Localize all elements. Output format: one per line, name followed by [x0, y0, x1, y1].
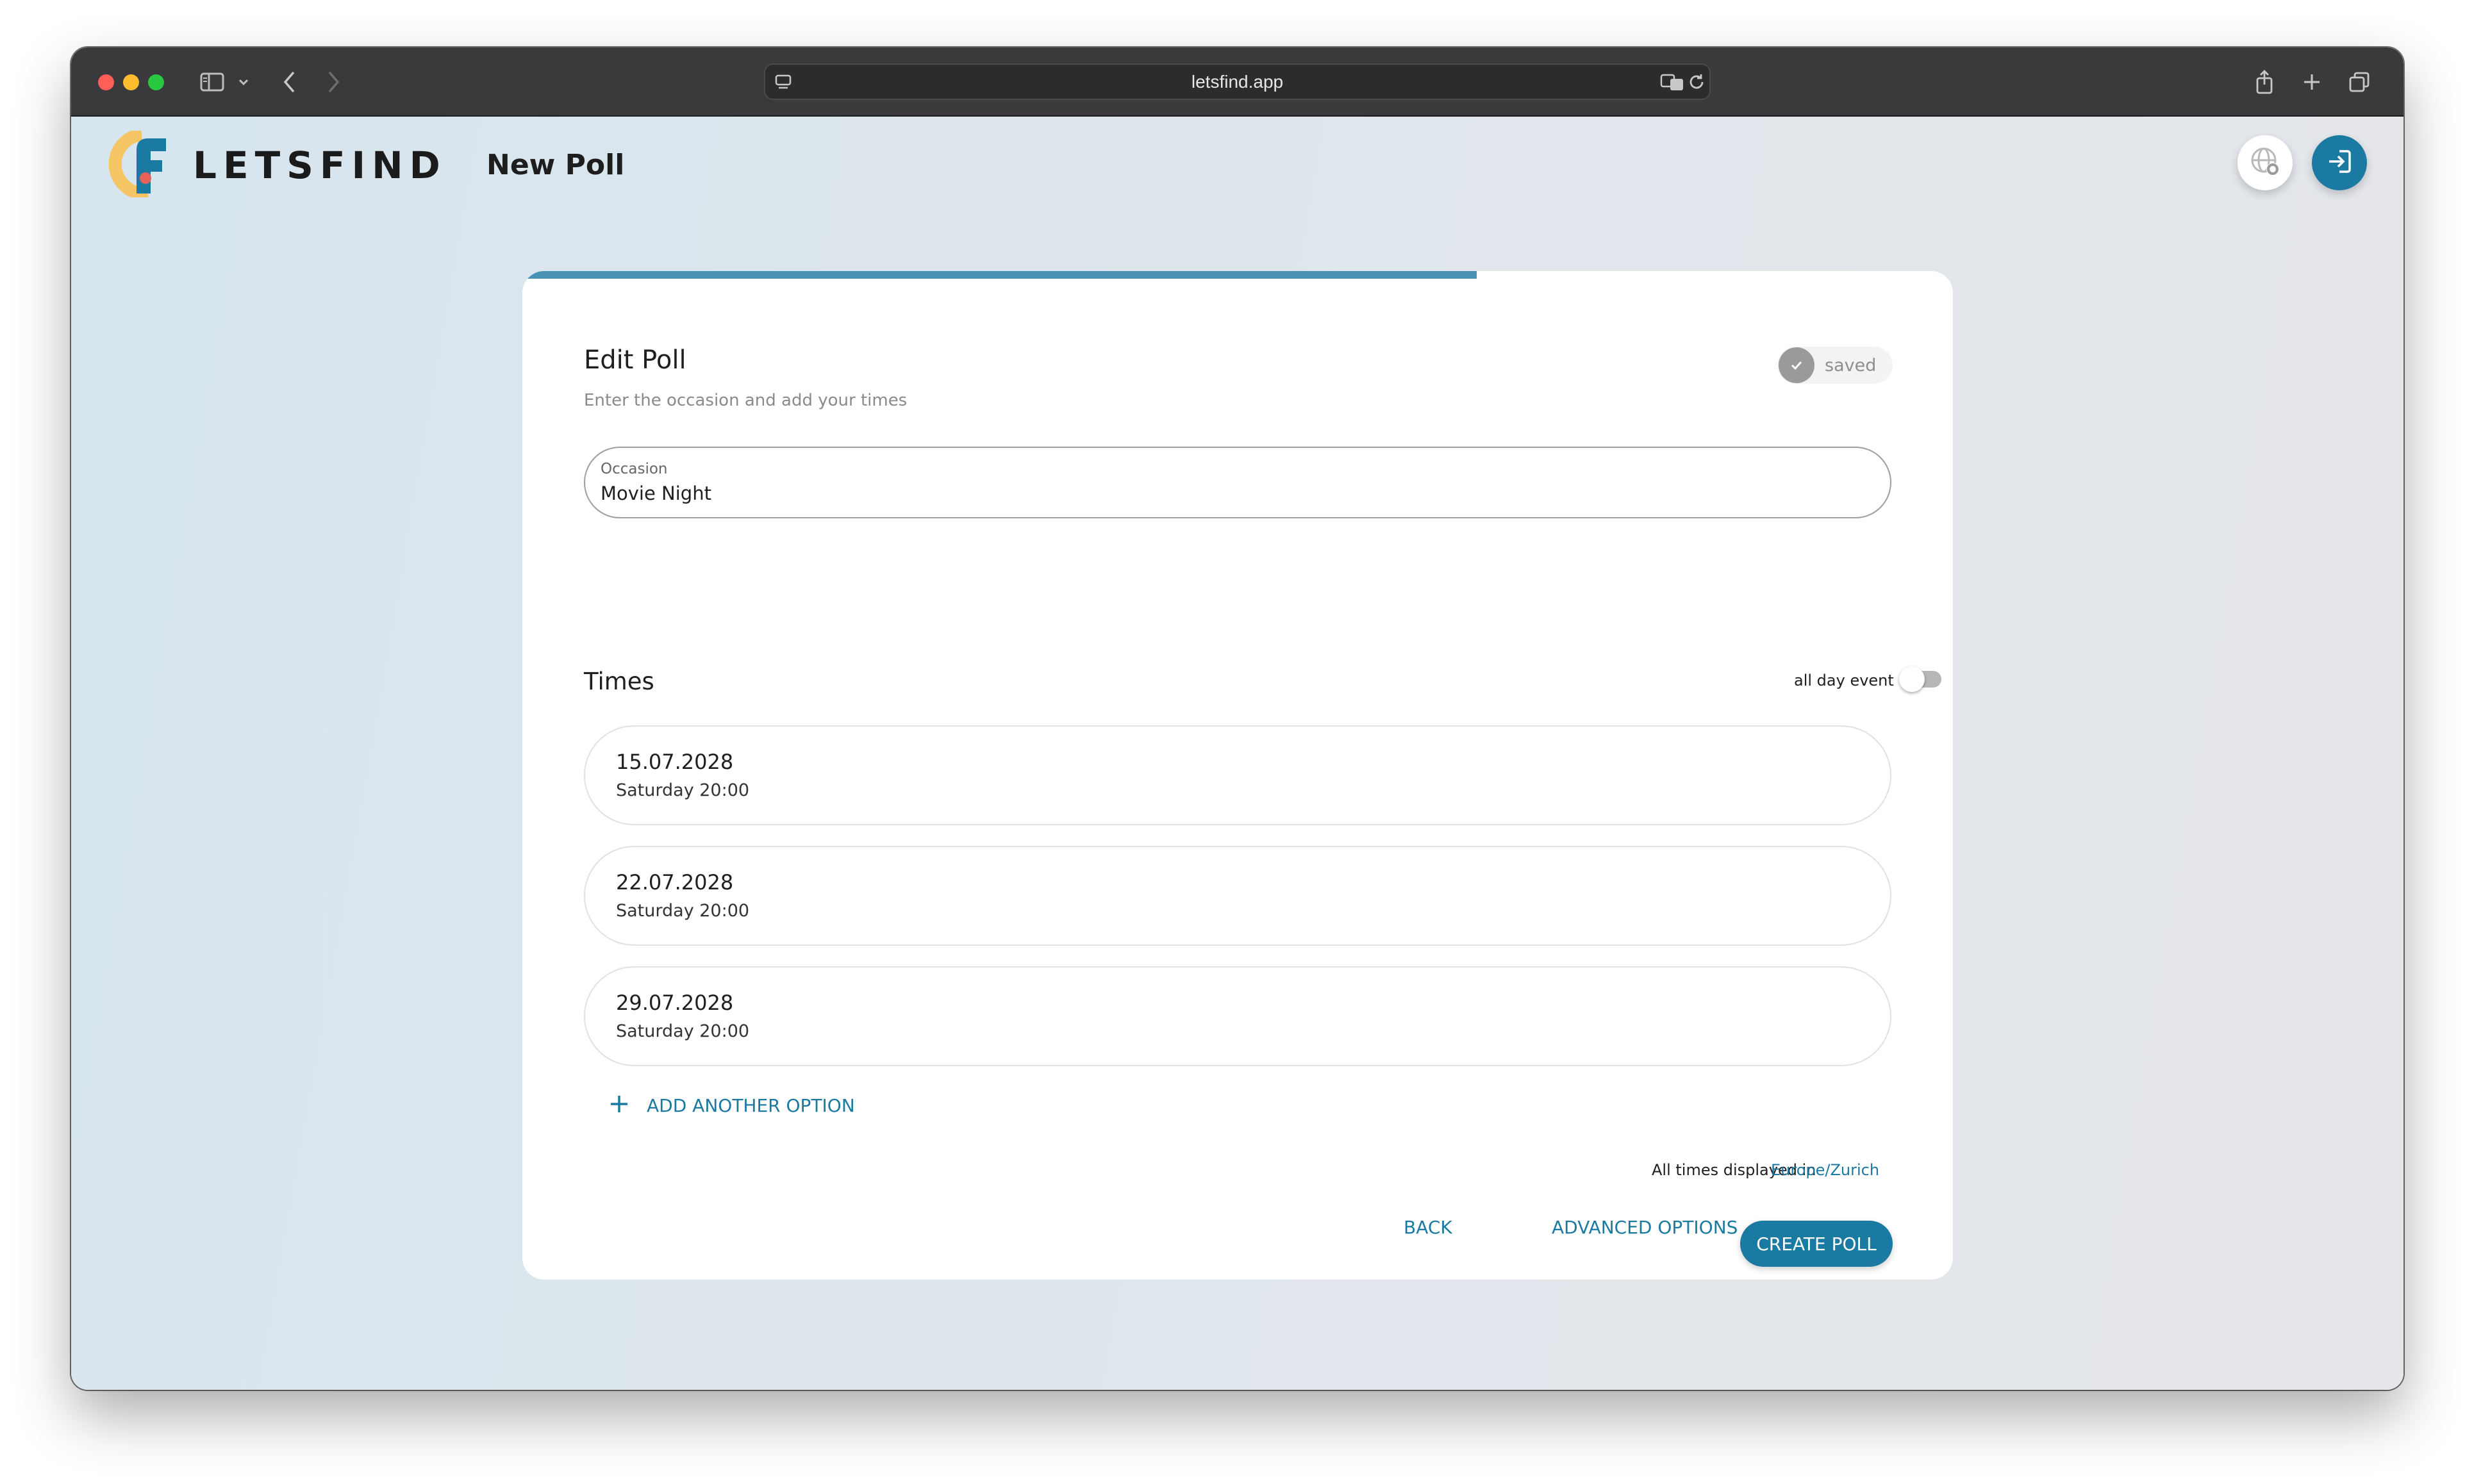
window-close-button[interactable]	[98, 74, 114, 90]
globe-gear-icon	[2248, 145, 2282, 181]
occasion-input[interactable]: Movie Night	[601, 482, 711, 504]
browser-window: letsfind.app LETSFIND New Poll Edit Poll…	[71, 47, 2403, 1390]
time-option[interactable]: 15.07.2028 Saturday 20:00	[584, 725, 1891, 825]
window-minimize-button[interactable]	[123, 74, 139, 90]
times-heading: Times	[584, 668, 654, 695]
address-bar[interactable]: letsfind.app	[764, 63, 1711, 100]
poll-card: Edit Poll Enter the occasion and add you…	[522, 271, 1953, 1280]
create-poll-button[interactable]: CREATE POLL	[1740, 1221, 1893, 1267]
back-button[interactable]: BACK	[1404, 1217, 1452, 1238]
time-option-date: 22.07.2028	[616, 870, 734, 895]
sidebar-toggle-icon[interactable]	[197, 67, 228, 97]
language-settings-button[interactable]	[2237, 135, 2293, 190]
timezone-link[interactable]: Europe/Zurich	[1771, 1161, 1879, 1179]
letsfind-logo-icon[interactable]	[108, 128, 172, 201]
back-arrow-icon[interactable]	[276, 67, 302, 97]
time-option-date: 29.07.2028	[616, 991, 734, 1015]
wizard-progress-bar	[522, 271, 1953, 279]
translate-icon[interactable]	[1660, 72, 1684, 94]
add-another-option-button[interactable]: ADD ANOTHER OPTION	[610, 1091, 855, 1119]
forward-arrow-icon[interactable]	[321, 67, 347, 97]
occasion-label: Occasion	[601, 461, 668, 477]
login-button[interactable]	[2312, 135, 2367, 190]
time-option[interactable]: 29.07.2028 Saturday 20:00	[584, 966, 1891, 1066]
time-option-day-time: Saturday 20:00	[616, 780, 750, 800]
time-option[interactable]: 22.07.2028 Saturday 20:00	[584, 846, 1891, 946]
occasion-field[interactable]: Occasion Movie Night	[584, 447, 1891, 518]
login-icon	[2325, 147, 2354, 178]
chevron-down-icon[interactable]	[234, 67, 253, 97]
time-option-date: 15.07.2028	[616, 750, 734, 774]
new-tab-icon[interactable]	[2299, 67, 2325, 97]
check-icon	[1779, 347, 1814, 383]
page-title: New Poll	[486, 149, 625, 181]
saved-status-label: saved	[1825, 355, 1877, 375]
card-subtitle: Enter the occasion and add your times	[584, 391, 908, 410]
tab-overview-icon[interactable]	[2346, 67, 2372, 97]
all-day-event-label: all day event	[1794, 672, 1894, 689]
all-day-event-toggle-thumb[interactable]	[1899, 666, 1925, 692]
app-header: LETSFIND New Poll	[71, 117, 2403, 213]
wizard-progress-fill	[522, 271, 1477, 279]
reload-icon[interactable]	[1687, 72, 1706, 94]
time-option-day-time: Saturday 20:00	[616, 1021, 750, 1041]
window-maximize-button[interactable]	[148, 74, 164, 90]
browser-toolbar: letsfind.app	[71, 47, 2403, 117]
url-text[interactable]: letsfind.app	[765, 65, 1709, 99]
card-title: Edit Poll	[584, 345, 686, 375]
time-option-day-time: Saturday 20:00	[616, 901, 750, 921]
advanced-options-button[interactable]: ADVANCED OPTIONS	[1552, 1217, 1738, 1238]
share-icon[interactable]	[2252, 67, 2277, 97]
plus-icon	[610, 1094, 629, 1116]
brand-name[interactable]: LETSFIND	[193, 144, 447, 187]
add-another-option-label: ADD ANOTHER OPTION	[647, 1094, 855, 1116]
saved-status-badge: saved	[1777, 347, 1893, 384]
